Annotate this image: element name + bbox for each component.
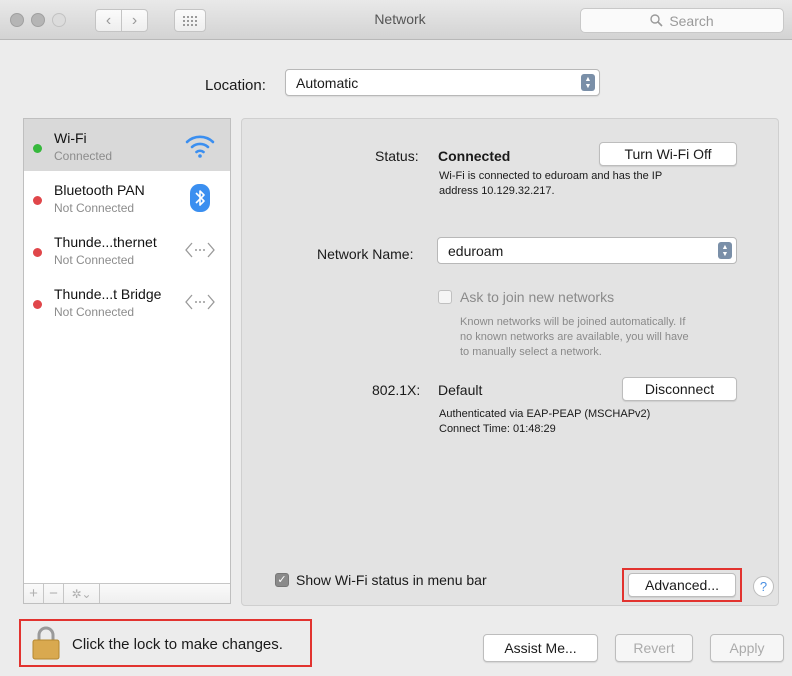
zoom-window-button[interactable] xyxy=(52,13,66,27)
detail-panel: Status: Connected Turn Wi-Fi Off Wi-Fi i… xyxy=(241,118,779,606)
revert-button[interactable]: Revert xyxy=(615,634,693,662)
forward-button[interactable]: › xyxy=(121,9,148,32)
sidebar-item-bluetooth-pan[interactable]: Bluetooth PAN Not Connected xyxy=(24,171,230,223)
dot1x-label: 802.1X: xyxy=(372,382,421,398)
lock-text: Click the lock to make changes. xyxy=(72,636,283,653)
turn-wifi-off-button[interactable]: Turn Wi-Fi Off xyxy=(599,142,737,166)
wifi-icon xyxy=(184,131,216,161)
service-status: Not Connected xyxy=(54,253,135,267)
connect-time-text: Connect Time: 01:48:29 xyxy=(439,423,556,435)
service-status: Connected xyxy=(54,149,113,163)
status-dot xyxy=(33,144,42,153)
title-bar: ‹ › Network Search xyxy=(0,0,792,40)
location-select[interactable]: Automatic ▲ ▼ xyxy=(285,69,600,96)
search-icon xyxy=(650,14,663,27)
status-description-line2: address 10.129.32.217. xyxy=(439,185,555,197)
status-dot xyxy=(33,300,42,309)
chevron-right-icon: › xyxy=(131,11,138,29)
lock-icon[interactable] xyxy=(32,626,60,660)
service-name: Thunde...thernet xyxy=(54,234,157,250)
show-all-button[interactable] xyxy=(174,9,206,32)
back-button[interactable]: ‹ xyxy=(95,9,122,32)
service-list: Wi-Fi Connected Bluetooth PAN Not Connec… xyxy=(23,118,231,604)
search-placeholder: Search xyxy=(669,12,714,29)
sidebar-item-wifi[interactable]: Wi-Fi Connected xyxy=(24,119,230,171)
status-description-line1: Wi-Fi is connected to eduroam and has th… xyxy=(439,170,663,182)
sidebar-item-thunderbolt-ethernet[interactable]: Thunde...thernet Not Connected xyxy=(24,223,230,275)
sidebar-item-thunderbolt-bridge[interactable]: Thunde...t Bridge Not Connected xyxy=(24,275,230,327)
ethernet-arrows-icon xyxy=(184,287,216,317)
status-dot xyxy=(33,248,42,257)
ask-join-desc-line1: Known networks will be joined automatica… xyxy=(460,316,686,328)
disconnect-button[interactable]: Disconnect xyxy=(622,377,737,401)
show-status-checkbox[interactable]: ✓ xyxy=(275,573,289,587)
service-status: Not Connected xyxy=(54,201,135,215)
minimize-window-button[interactable] xyxy=(31,13,45,27)
show-status-label: Show Wi-Fi status in menu bar xyxy=(296,572,487,588)
ask-join-checkbox[interactable] xyxy=(438,290,452,304)
service-status: Not Connected xyxy=(54,305,135,319)
status-value: Connected xyxy=(438,148,511,164)
ask-join-desc-line3: to manually select a network. xyxy=(460,346,602,358)
select-stepper-icon: ▲ ▼ xyxy=(581,74,595,91)
network-name-label: Network Name: xyxy=(317,246,414,262)
ask-join-desc-line2: no known networks are available, you wil… xyxy=(460,331,689,343)
chevron-left-icon: ‹ xyxy=(105,11,112,29)
service-name: Wi-Fi xyxy=(54,130,87,146)
status-label: Status: xyxy=(375,148,419,164)
network-name-select[interactable]: eduroam ▲ ▼ xyxy=(437,237,737,264)
gear-menu-button[interactable]: ✲⌄ xyxy=(64,584,100,603)
help-button[interactable]: ? xyxy=(753,576,774,597)
search-field[interactable]: Search xyxy=(580,8,784,33)
advanced-button[interactable]: Advanced... xyxy=(628,573,736,597)
location-value: Automatic xyxy=(296,75,359,91)
apply-button[interactable]: Apply xyxy=(710,634,784,662)
grid-icon xyxy=(183,15,197,26)
sidebar-footer: + − ✲⌄ xyxy=(24,583,230,603)
status-dot xyxy=(33,196,42,205)
location-label: Location: xyxy=(205,77,266,94)
checkmark-icon: ✓ xyxy=(277,574,287,586)
service-name: Bluetooth PAN xyxy=(54,182,145,198)
window-title: Network xyxy=(374,11,426,27)
service-name: Thunde...t Bridge xyxy=(54,286,162,302)
remove-service-button[interactable]: − xyxy=(44,584,64,603)
network-name-value: eduroam xyxy=(448,243,504,259)
bluetooth-icon xyxy=(184,183,216,213)
ethernet-arrows-icon xyxy=(184,235,216,265)
add-service-button[interactable]: + xyxy=(24,584,44,603)
ask-join-label: Ask to join new networks xyxy=(460,289,615,305)
assist-me-button[interactable]: Assist Me... xyxy=(483,634,598,662)
dot1x-value: Default xyxy=(438,382,483,398)
auth-method-text: Authenticated via EAP-PEAP (MSCHAPv2) xyxy=(439,408,651,420)
close-window-button[interactable] xyxy=(10,13,24,27)
select-stepper-icon: ▲ ▼ xyxy=(718,242,732,259)
